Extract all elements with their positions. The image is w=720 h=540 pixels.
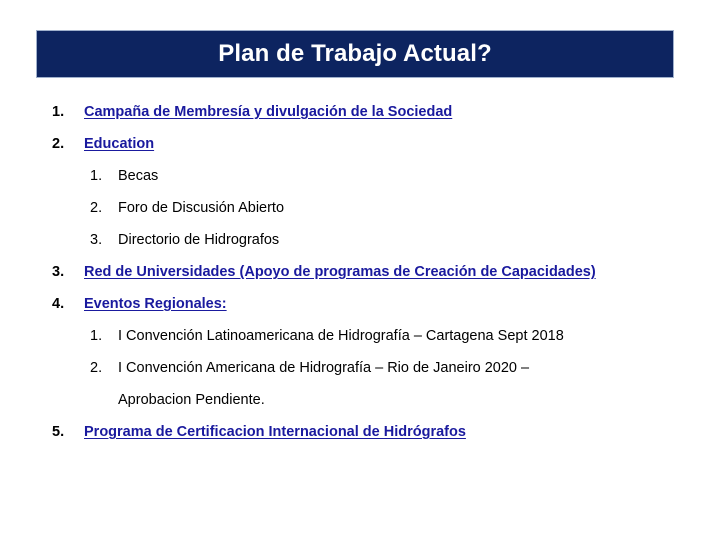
list-item[interactable]: 4. Eventos Regionales: [0, 288, 720, 320]
list-item-label[interactable]: Campaña de Membresía y divulgación de la… [84, 96, 452, 128]
list-item-number: 2. [90, 360, 103, 376]
slide-title-bar: Plan de Trabajo Actual? [36, 30, 674, 78]
outline-list: 1. Campaña de Membresía y divulgación de… [0, 96, 720, 448]
list-item-number: 5. [52, 424, 65, 440]
list-item: 2. Foro de Discusión Abierto [0, 192, 720, 224]
list-item[interactable]: 1. Campaña de Membresía y divulgación de… [0, 96, 720, 128]
list-item-number: 2. [90, 200, 103, 216]
slide-canvas: Plan de Trabajo Actual? 1. Campaña de Me… [0, 0, 720, 540]
list-item-number: 4. [52, 296, 65, 312]
list-item-label: I Convención Latinoamericana de Hidrogra… [118, 328, 564, 344]
list-item-label[interactable]: Programa de Certificacion Internacional … [84, 416, 466, 448]
list-item-label[interactable]: Red de Universidades (Apoyo de programas… [84, 256, 596, 288]
list-item-label: Foro de Discusión Abierto [118, 200, 285, 216]
list-item[interactable]: 3. Red de Universidades (Apoyo de progra… [0, 256, 720, 288]
list-item[interactable]: 5. Programa de Certificacion Internacion… [0, 416, 720, 448]
list-item: 1. I Convención Latinoamericana de Hidro… [0, 320, 720, 352]
list-item-number: 1. [52, 104, 65, 120]
list-item-label: Directorio de Hidrografos [118, 232, 280, 248]
list-item: 3. Directorio de Hidrografos [0, 224, 720, 256]
list-item-number: 1. [90, 328, 103, 344]
list-item-number: 3. [52, 264, 65, 280]
list-item[interactable]: 2. Education [0, 128, 720, 160]
list-item-number: 2. [52, 136, 65, 152]
page-title: Plan de Trabajo Actual? [218, 40, 492, 67]
list-item-label[interactable]: Education [84, 128, 154, 160]
list-item-label: I Convención Americana de Hidrografía – … [118, 360, 530, 376]
list-item: 1. Becas [0, 160, 720, 192]
list-item: 2. I Convención Americana de Hidrografía… [0, 352, 720, 384]
list-item-label: Becas [118, 168, 159, 184]
list-item-label: Aprobacion Pendiente. [118, 392, 265, 408]
list-item-number: 3. [90, 232, 103, 248]
list-item-number: 1. [90, 168, 103, 184]
list-item-label[interactable]: Eventos Regionales: [84, 288, 227, 320]
list-item-continuation: Aprobacion Pendiente. [0, 384, 720, 416]
